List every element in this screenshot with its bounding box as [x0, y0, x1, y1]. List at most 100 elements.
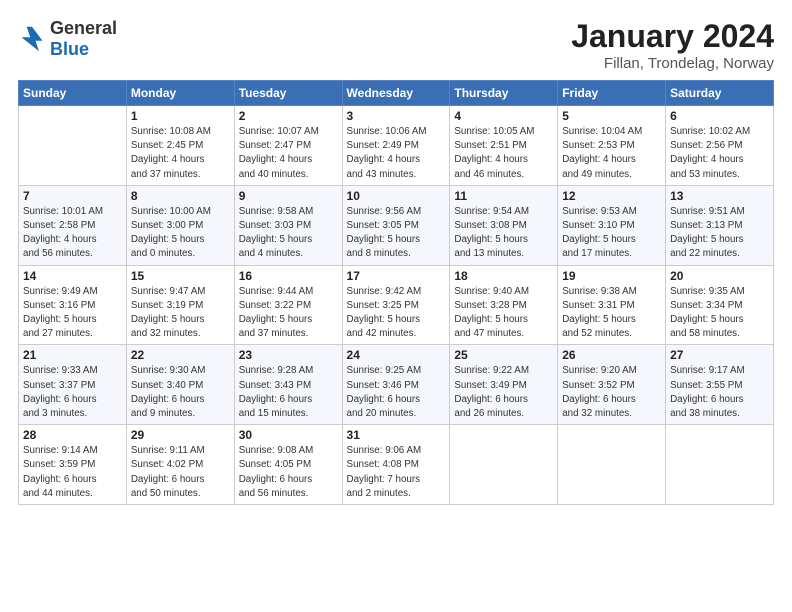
day-number: 17 — [347, 269, 446, 283]
header-saturday: Saturday — [666, 81, 774, 106]
day-cell: 15 Sunrise: 9:47 AMSunset: 3:19 PMDayligh… — [126, 265, 234, 345]
week-row-4: 28 Sunrise: 9:14 AMSunset: 3:59 PMDayligh… — [19, 425, 774, 505]
day-info: Sunrise: 9:11 AMSunset: 4:02 PMDaylight:… — [131, 444, 230, 501]
day-number: 10 — [347, 189, 446, 203]
week-row-2: 14Sunrise: 9:49 AMSunset: 3:16 PMDayligh… — [19, 265, 774, 345]
day-cell: 2 Sunrise: 10:07 AMSunset: 2:47 PMDayligh… — [234, 106, 342, 186]
day-info: Sunrise: 9:53 AMSunset: 3:10 PMDaylight:… — [562, 205, 661, 262]
day-cell: 26Sunrise: 9:20 AMSunset: 3:52 PMDayligh… — [558, 345, 666, 425]
day-cell: 6 Sunrise: 10:02 AMSunset: 2:56 PMDayligh… — [666, 106, 774, 186]
day-cell: 8 Sunrise: 10:00 AMSunset: 3:00 PMDayligh… — [126, 185, 234, 265]
day-cell: 17 Sunrise: 9:42 AMSunset: 3:25 PMDayligh… — [342, 265, 450, 345]
page: General Blue January 2024 Fillan, Tronde… — [0, 0, 792, 612]
day-info: Sunrise: 9:44 AMSunset: 3:22 PMDaylight:… — [239, 285, 338, 342]
day-cell: 29 Sunrise: 9:11 AMSunset: 4:02 PMDayligh… — [126, 425, 234, 505]
header-monday: Monday — [126, 81, 234, 106]
day-info: Sunrise: 10:00 AMSunset: 3:00 PMDaylight… — [131, 205, 230, 262]
day-cell: 23 Sunrise: 9:28 AMSunset: 3:43 PMDayligh… — [234, 345, 342, 425]
day-number: 13 — [670, 189, 769, 203]
day-info: Sunrise: 9:47 AMSunset: 3:19 PMDaylight:… — [131, 285, 230, 342]
day-info: Sunrise: 10:02 AMSunset: 2:56 PMDaylight… — [670, 125, 769, 182]
day-cell — [450, 425, 558, 505]
main-title: January 2024 — [571, 18, 774, 55]
day-number: 7 — [23, 189, 122, 203]
day-info: Sunrise: 10:08 AMSunset: 2:45 PMDaylight… — [131, 125, 230, 182]
week-row-0: 1 Sunrise: 10:08 AMSunset: 2:45 PMDayligh… — [19, 106, 774, 186]
day-info: Sunrise: 9:25 AMSunset: 3:46 PMDaylight:… — [347, 364, 446, 421]
day-number: 3 — [347, 109, 446, 123]
day-number: 14 — [23, 269, 122, 283]
day-number: 18 — [454, 269, 553, 283]
day-info: Sunrise: 9:58 AMSunset: 3:03 PMDaylight:… — [239, 205, 338, 262]
weekday-row: Sunday Monday Tuesday Wednesday Thursday… — [19, 81, 774, 106]
day-info: Sunrise: 9:30 AMSunset: 3:40 PMDaylight:… — [131, 364, 230, 421]
day-cell: 14Sunrise: 9:49 AMSunset: 3:16 PMDayligh… — [19, 265, 127, 345]
day-info: Sunrise: 9:40 AMSunset: 3:28 PMDaylight:… — [454, 285, 553, 342]
day-info: Sunrise: 9:22 AMSunset: 3:49 PMDaylight:… — [454, 364, 553, 421]
day-number: 24 — [347, 348, 446, 362]
day-number: 2 — [239, 109, 338, 123]
day-cell: 25Sunrise: 9:22 AMSunset: 3:49 PMDayligh… — [450, 345, 558, 425]
day-info: Sunrise: 10:05 AMSunset: 2:51 PMDaylight… — [454, 125, 553, 182]
day-number: 29 — [131, 428, 230, 442]
title-block: January 2024 Fillan, Trondelag, Norway — [571, 18, 774, 72]
day-number: 31 — [347, 428, 446, 442]
week-row-1: 7Sunrise: 10:01 AMSunset: 2:58 PMDayligh… — [19, 185, 774, 265]
day-number: 30 — [239, 428, 338, 442]
day-info: Sunrise: 9:17 AMSunset: 3:55 PMDaylight:… — [670, 364, 769, 421]
header-wednesday: Wednesday — [342, 81, 450, 106]
day-number: 6 — [670, 109, 769, 123]
week-row-3: 21Sunrise: 9:33 AMSunset: 3:37 PMDayligh… — [19, 345, 774, 425]
day-info: Sunrise: 9:54 AMSunset: 3:08 PMDaylight:… — [454, 205, 553, 262]
day-number: 15 — [131, 269, 230, 283]
day-cell: 16Sunrise: 9:44 AMSunset: 3:22 PMDayligh… — [234, 265, 342, 345]
day-number: 5 — [562, 109, 661, 123]
day-cell: 7Sunrise: 10:01 AMSunset: 2:58 PMDayligh… — [19, 185, 127, 265]
day-cell: 11 Sunrise: 9:54 AMSunset: 3:08 PMDayligh… — [450, 185, 558, 265]
day-cell: 1 Sunrise: 10:08 AMSunset: 2:45 PMDayligh… — [126, 106, 234, 186]
day-cell: 3 Sunrise: 10:06 AMSunset: 2:49 PMDayligh… — [342, 106, 450, 186]
day-number: 8 — [131, 189, 230, 203]
day-cell: 13 Sunrise: 9:51 AMSunset: 3:13 PMDayligh… — [666, 185, 774, 265]
day-info: Sunrise: 9:28 AMSunset: 3:43 PMDaylight:… — [239, 364, 338, 421]
logo-icon — [18, 25, 46, 53]
day-number: 4 — [454, 109, 553, 123]
logo-text: General Blue — [50, 18, 117, 60]
day-cell: 9 Sunrise: 9:58 AMSunset: 3:03 PMDaylight… — [234, 185, 342, 265]
header-friday: Friday — [558, 81, 666, 106]
day-info: Sunrise: 9:56 AMSunset: 3:05 PMDaylight:… — [347, 205, 446, 262]
day-cell: 30 Sunrise: 9:08 AMSunset: 4:05 PMDayligh… — [234, 425, 342, 505]
header-tuesday: Tuesday — [234, 81, 342, 106]
day-cell: 24 Sunrise: 9:25 AMSunset: 3:46 PMDayligh… — [342, 345, 450, 425]
day-number: 20 — [670, 269, 769, 283]
day-cell: 28 Sunrise: 9:14 AMSunset: 3:59 PMDayligh… — [19, 425, 127, 505]
day-info: Sunrise: 10:07 AMSunset: 2:47 PMDaylight… — [239, 125, 338, 182]
day-info: Sunrise: 9:42 AMSunset: 3:25 PMDaylight:… — [347, 285, 446, 342]
day-cell — [666, 425, 774, 505]
day-number: 11 — [454, 189, 553, 203]
day-cell — [558, 425, 666, 505]
day-number: 9 — [239, 189, 338, 203]
day-number: 21 — [23, 348, 122, 362]
day-info: Sunrise: 9:08 AMSunset: 4:05 PMDaylight:… — [239, 444, 338, 501]
day-info: Sunrise: 9:20 AMSunset: 3:52 PMDaylight:… — [562, 364, 661, 421]
day-info: Sunrise: 9:14 AMSunset: 3:59 PMDaylight:… — [23, 444, 122, 501]
day-number: 28 — [23, 428, 122, 442]
day-cell: 4 Sunrise: 10:05 AMSunset: 2:51 PMDayligh… — [450, 106, 558, 186]
header-thursday: Thursday — [450, 81, 558, 106]
day-cell: 18 Sunrise: 9:40 AMSunset: 3:28 PMDayligh… — [450, 265, 558, 345]
logo-blue: Blue — [50, 39, 89, 59]
day-info: Sunrise: 10:06 AMSunset: 2:49 PMDaylight… — [347, 125, 446, 182]
day-info: Sunrise: 9:06 AMSunset: 4:08 PMDaylight:… — [347, 444, 446, 501]
calendar: Sunday Monday Tuesday Wednesday Thursday… — [18, 80, 774, 505]
day-cell: 22Sunrise: 9:30 AMSunset: 3:40 PMDayligh… — [126, 345, 234, 425]
day-number: 27 — [670, 348, 769, 362]
day-cell — [19, 106, 127, 186]
day-number: 12 — [562, 189, 661, 203]
day-number: 19 — [562, 269, 661, 283]
day-number: 23 — [239, 348, 338, 362]
day-number: 1 — [131, 109, 230, 123]
day-info: Sunrise: 9:51 AMSunset: 3:13 PMDaylight:… — [670, 205, 769, 262]
header: General Blue January 2024 Fillan, Tronde… — [18, 18, 774, 72]
header-sunday: Sunday — [19, 81, 127, 106]
